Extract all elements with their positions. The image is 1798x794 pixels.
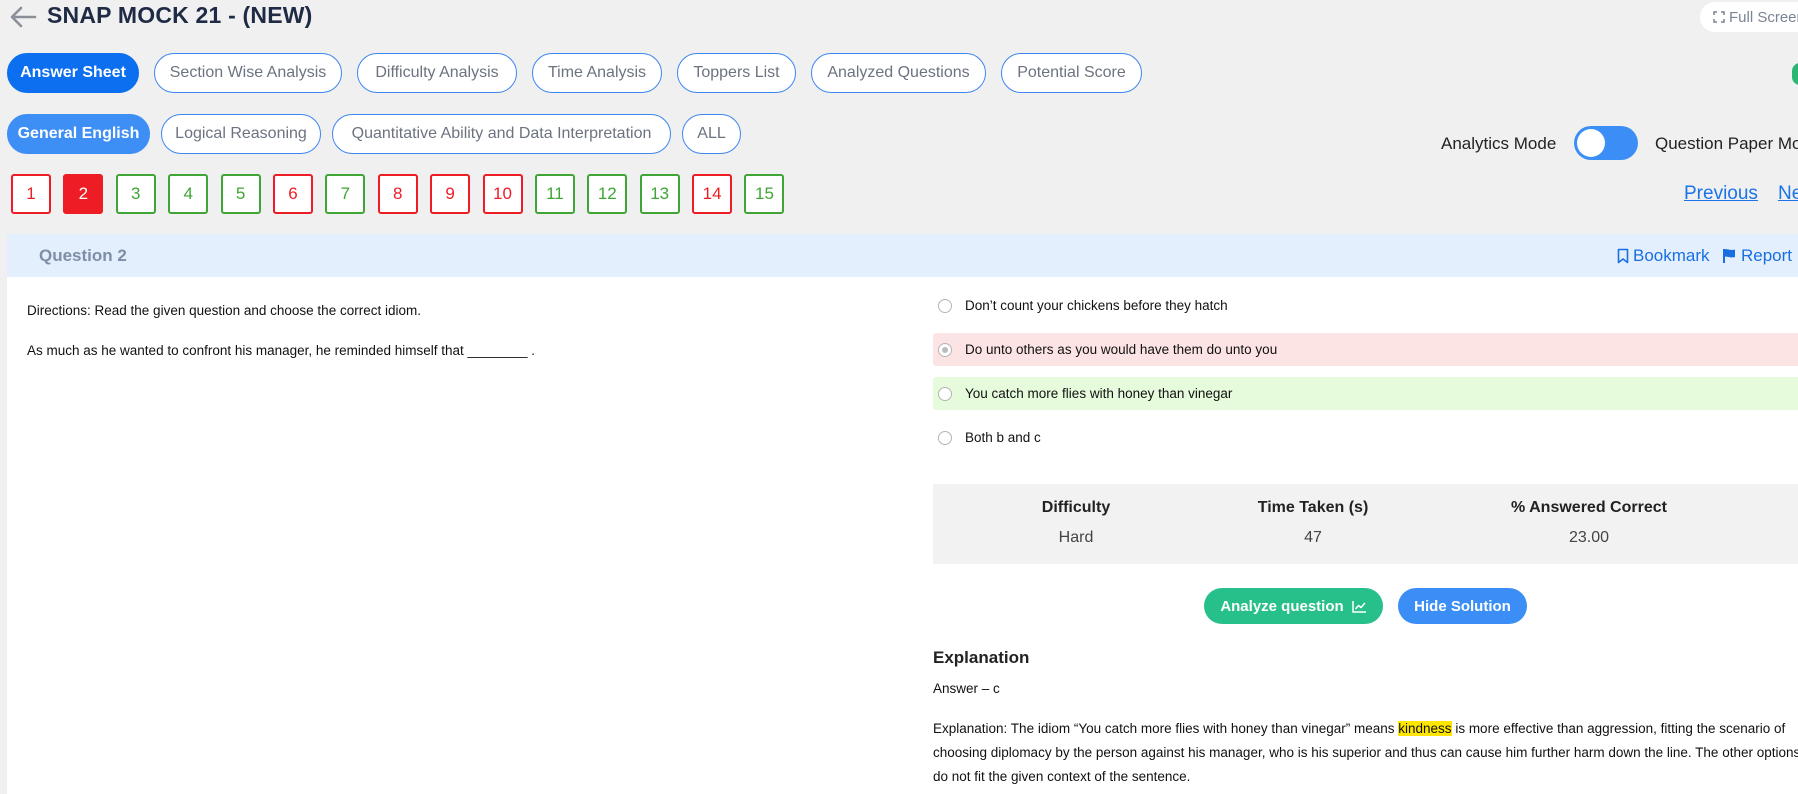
section-logical-reasoning[interactable]: Logical Reasoning [161, 114, 321, 154]
question-number-button[interactable]: 6 [272, 174, 313, 214]
analyze-label: Analyze question [1220, 597, 1344, 615]
question-stats: Difficulty Hard Time Taken (s) 47 % Answ… [933, 484, 1798, 564]
tab-time-analysis[interactable]: Time Analysis [532, 53, 662, 93]
explanation-text-part: Explanation: The idiom “You catch more f… [933, 721, 1399, 736]
analysis-tabs: Answer Sheet Section Wise Analysis Diffi… [7, 53, 1142, 93]
back-arrow-icon[interactable] [8, 4, 38, 30]
question-card: Question 2 Bookmark Report Directions: R… [7, 234, 1798, 794]
highlighted-word: kindness [1398, 721, 1452, 736]
section-all[interactable]: ALL [682, 114, 741, 154]
option-a[interactable]: Don’t count your chickens before they ha… [933, 289, 1798, 322]
question-directions: Directions: Read the given question and … [27, 303, 421, 318]
previous-link[interactable]: Previous [1684, 183, 1758, 205]
analyze-question-button[interactable]: Analyze question [1204, 588, 1383, 624]
flag-icon [1723, 249, 1735, 263]
mode-toggle[interactable] [1574, 126, 1638, 160]
explanation-text: Explanation: The idiom “You catch more f… [933, 717, 1798, 789]
difficulty-value: Hard [1058, 529, 1094, 546]
section-quantitative-ability[interactable]: Quantitative Ability and Data Interpreta… [332, 114, 671, 154]
bookmark-button[interactable]: Bookmark [1617, 246, 1710, 266]
tab-difficulty-analysis[interactable]: Difficulty Analysis [357, 53, 517, 93]
line-chart-icon [1351, 600, 1366, 613]
question-paper-mode-label: Question Paper Mode [1655, 134, 1798, 153]
toggle-knob [1577, 129, 1605, 157]
question-number-button[interactable]: 3 [115, 174, 156, 214]
bookmark-icon [1617, 248, 1629, 264]
report-button[interactable]: Report [1722, 246, 1792, 266]
option-text: You catch more flies with honey than vin… [965, 386, 1233, 401]
time-taken-value: 47 [1304, 529, 1322, 546]
question-number-button[interactable]: 1 [11, 174, 51, 214]
question-header: Question 2 Bookmark Report [7, 234, 1798, 277]
difficulty-label: Difficulty [1041, 499, 1111, 516]
tab-toppers-list[interactable]: Toppers List [677, 53, 796, 93]
question-number-button[interactable]: 10 [482, 174, 523, 214]
option-radio[interactable] [938, 342, 952, 357]
question-number-button[interactable]: 12 [587, 174, 628, 214]
tab-analyzed-questions[interactable]: Analyzed Questions [811, 53, 986, 93]
option-b[interactable]: Do unto others as you would have them do… [933, 333, 1798, 366]
question-number-button[interactable]: 13 [639, 174, 680, 214]
answer-line: Answer – c [933, 681, 1000, 696]
expand-icon [1713, 11, 1725, 23]
option-text: Don’t count your chickens before they ha… [965, 298, 1228, 313]
bookmark-label: Bookmark [1633, 246, 1710, 265]
explanation-title: Explanation [933, 648, 1030, 667]
section-tabs: General English Logical Reasoning Quanti… [7, 114, 741, 154]
top-bar: SNAP MOCK 21 - (NEW) Full Screen [0, 0, 1798, 40]
report-label: Report [1741, 246, 1793, 265]
question-number-button[interactable]: 5 [220, 174, 261, 214]
tab-section-wise-analysis[interactable]: Section Wise Analysis [154, 53, 342, 93]
question-number-button[interactable]: 15 [744, 174, 785, 214]
fullscreen-label: Full Screen [1729, 8, 1798, 26]
time-taken-label: Time Taken (s) [1257, 499, 1369, 516]
next-link[interactable]: Next [1778, 183, 1798, 205]
fullscreen-button[interactable]: Full Screen [1700, 2, 1798, 32]
question-navigator: 1 2 3 4 5 6 7 8 9 10 11 12 13 14 15 [11, 174, 797, 214]
question-label: Question 2 [39, 246, 127, 265]
option-text: Do unto others as you would have them do… [965, 342, 1278, 357]
section-general-english[interactable]: General English [7, 114, 150, 154]
option-radio[interactable] [938, 386, 952, 401]
option-text: Both b and c [965, 430, 1041, 445]
answered-correct-label: % Answered Correct [1511, 499, 1667, 516]
tab-answer-sheet[interactable]: Answer Sheet [7, 53, 139, 93]
option-radio[interactable] [938, 430, 952, 445]
question-number-button[interactable]: 4 [168, 174, 209, 214]
tab-potential-score[interactable]: Potential Score [1001, 53, 1142, 93]
option-c[interactable]: You catch more flies with honey than vin… [933, 377, 1798, 410]
question-number-button[interactable]: 8 [377, 174, 418, 214]
question-number-button[interactable]: 9 [430, 174, 471, 214]
analytics-mode-label: Analytics Mode [1441, 134, 1557, 153]
option-d[interactable]: Both b and c [933, 421, 1798, 454]
hide-solution-button[interactable]: Hide Solution [1398, 588, 1527, 624]
question-number-button[interactable]: 7 [325, 174, 366, 214]
status-dot [1792, 63, 1798, 85]
question-number-button[interactable]: 14 [692, 174, 733, 214]
question-number-button[interactable]: 11 [534, 174, 575, 214]
question-number-button[interactable]: 2 [63, 174, 104, 214]
option-radio[interactable] [938, 298, 952, 313]
question-text: As much as he wanted to confront his man… [27, 343, 536, 358]
answered-correct-value: 23.00 [1568, 529, 1610, 546]
page-title: SNAP MOCK 21 - (NEW) [47, 2, 313, 28]
